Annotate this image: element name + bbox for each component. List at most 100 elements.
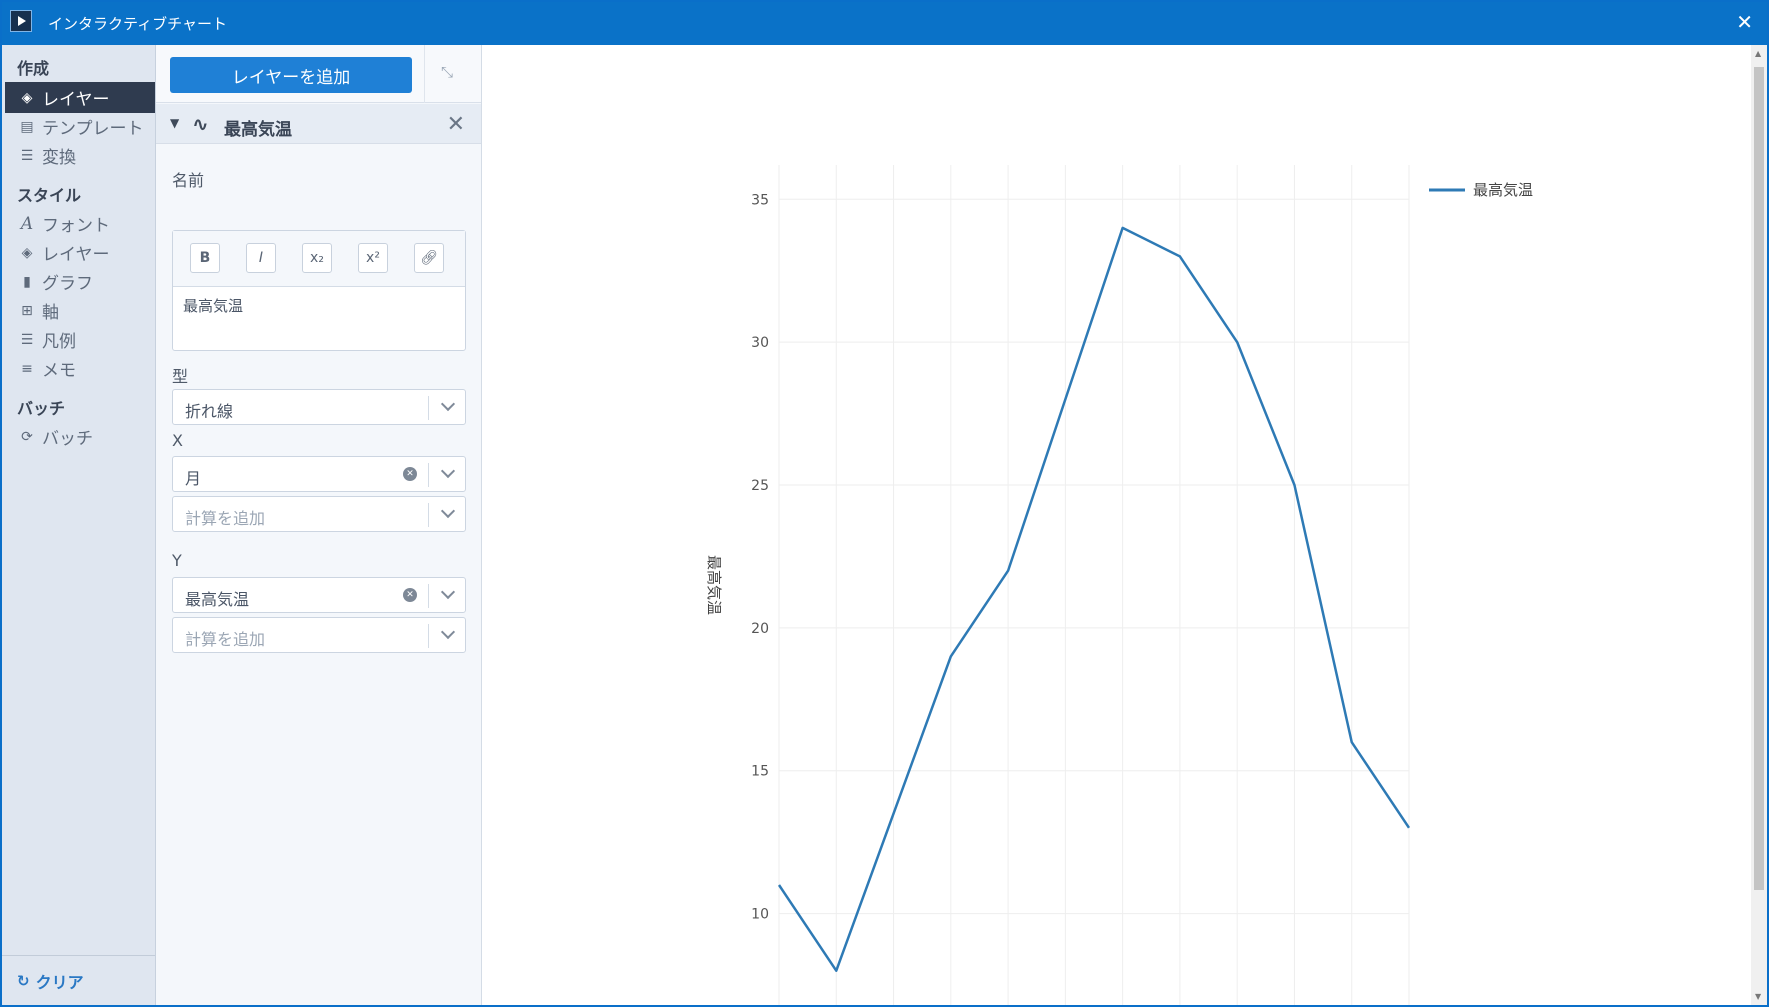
type-select[interactable]: 折れ線: [172, 389, 466, 425]
y-value: 最高気温: [185, 590, 250, 609]
app-window: インタラクティブチャート ✕ 作成 ◈ レイヤー ▤ テンプレート ☰ 変換 ス…: [0, 0, 1769, 1007]
nav-item-memo[interactable]: ≡ メモ: [5, 353, 155, 384]
clear-y-icon[interactable]: ✕: [403, 588, 417, 602]
bar-chart-icon: ▮: [23, 273, 31, 290]
chevron-down-icon[interactable]: [440, 624, 456, 640]
name-editor: B I x₂ x² 🔗︎ 最高気温: [172, 230, 466, 351]
select-divider: [428, 463, 429, 487]
nav-item-template[interactable]: ▤ テンプレート: [5, 111, 155, 142]
nav-section-batch: バッチ: [17, 399, 66, 418]
scroll-down-icon[interactable]: ▼: [1755, 992, 1761, 1001]
nav-item-transform[interactable]: ☰ 変換: [5, 140, 155, 171]
chart-area: 10 15 20 25 30 35 最高気温 最高気温: [483, 45, 1751, 1005]
legend-label: 最高気温: [1473, 181, 1533, 199]
refresh-icon: ↻: [17, 972, 30, 990]
title-bar: インタラクティブチャート ✕: [2, 2, 1767, 45]
superscript-button[interactable]: x²: [358, 243, 388, 273]
link-icon[interactable]: 🔗︎: [414, 243, 444, 273]
panel-header: レイヤーを追加 ⤡: [156, 45, 481, 103]
header-divider: [424, 45, 425, 103]
layers-icon: ◈: [21, 244, 33, 261]
line-chart-icon: ∿: [192, 112, 209, 136]
chevron-down-icon[interactable]: [440, 396, 456, 412]
nav-item-label: 軸: [42, 303, 59, 323]
nav-item-batch[interactable]: ⟳ バッチ: [5, 421, 155, 452]
y-column-select[interactable]: 最高気温 ✕: [172, 577, 466, 613]
scrollbar-thumb[interactable]: [1754, 67, 1764, 890]
clear-x-icon[interactable]: ✕: [403, 467, 417, 481]
clear-button[interactable]: ↻ クリア: [17, 969, 84, 993]
nav-item-graph[interactable]: ▮ グラフ: [5, 266, 155, 297]
layers-icon: ◈: [21, 89, 33, 106]
y-tick-label: 25: [751, 478, 769, 494]
window-title: インタラクティブチャート: [48, 15, 227, 33]
collapse-icon[interactable]: ⤡: [441, 63, 453, 81]
nav-item-layer[interactable]: ◈ レイヤー: [5, 82, 155, 113]
list-icon: ☰: [20, 147, 34, 164]
y-tick-label: 10: [751, 907, 769, 923]
chevron-down-icon[interactable]: [440, 463, 456, 479]
layer-settings-panel: レイヤーを追加 ⤡ ▼ ∿ 最高気温 ✕ 名前 B I x₂ x² 🔗︎ 最高気…: [156, 45, 482, 1005]
vertical-scrollbar[interactable]: ▲ ▼: [1751, 45, 1767, 1005]
nav-item-legend[interactable]: ☰ 凡例: [5, 324, 155, 355]
list-icon: ☰: [20, 331, 34, 348]
batch-icon: ⟳: [21, 428, 33, 445]
nav-item-label: バッチ: [42, 429, 93, 449]
left-nav: 作成 ◈ レイヤー ▤ テンプレート ☰ 変換 スタイル A フォント ◈ レイ…: [2, 45, 156, 1005]
nav-item-layer-style[interactable]: ◈ レイヤー: [5, 237, 155, 268]
nav-item-label: テンプレート: [42, 119, 144, 139]
nav-item-label: グラフ: [42, 274, 93, 294]
nav-item-label: メモ: [42, 361, 76, 381]
y-tick-label: 30: [751, 335, 769, 351]
series-line: [777, 226, 1411, 972]
x-value: 月: [185, 469, 202, 488]
y-calc-select[interactable]: 計算を追加: [172, 617, 466, 653]
layer-remove-button[interactable]: ✕: [447, 112, 465, 137]
y-tick-label: 15: [751, 764, 769, 780]
x-column-select[interactable]: 月 ✕: [172, 456, 466, 492]
select-divider: [428, 624, 429, 648]
app-logo-icon: [10, 10, 32, 32]
text-lines-icon: ≡: [21, 360, 33, 377]
select-divider: [428, 396, 429, 420]
layer-title: 最高気温: [224, 120, 292, 140]
clear-label: クリア: [35, 973, 84, 992]
subscript-button[interactable]: x₂: [302, 243, 332, 273]
nav-item-font[interactable]: A フォント: [5, 208, 155, 239]
select-divider: [428, 503, 429, 527]
x-calc-select[interactable]: 計算を追加: [172, 496, 466, 532]
y-tick-label: 20: [751, 621, 769, 637]
x-calc-placeholder: 計算を追加: [185, 509, 266, 528]
document-icon: ▤: [20, 118, 34, 135]
font-icon: A: [20, 213, 34, 234]
nav-item-label: レイヤー: [42, 90, 110, 110]
nav-section-style: スタイル: [17, 186, 82, 205]
nav-item-label: 凡例: [42, 332, 76, 352]
nav-item-label: フォント: [42, 216, 110, 236]
chevron-down-icon[interactable]: [440, 503, 456, 519]
nav-section-create: 作成: [17, 59, 50, 78]
name-label: 名前: [172, 171, 205, 190]
editor-toolbar: B I x₂ x² 🔗︎: [173, 231, 465, 287]
italic-button[interactable]: I: [246, 243, 276, 273]
y-axis-label: 最高気温: [705, 555, 723, 615]
name-text[interactable]: 最高気温: [183, 295, 243, 316]
type-label: 型: [172, 367, 189, 386]
layer-header[interactable]: ▼ ∿ 最高気温 ✕: [156, 104, 481, 144]
nav-item-label: レイヤー: [42, 245, 110, 265]
nav-item-label: 変換: [42, 148, 76, 168]
add-layer-button[interactable]: レイヤーを追加: [170, 57, 412, 93]
select-divider: [428, 584, 429, 608]
chevron-down-icon[interactable]: [440, 584, 456, 600]
grid-icon: ⊞: [21, 302, 33, 319]
bold-button[interactable]: B: [190, 243, 220, 273]
nav-divider: [2, 955, 155, 956]
x-label: X: [172, 431, 183, 450]
line-chart[interactable]: 101520253035最高気温最高気温: [483, 45, 1751, 1005]
window-close-button[interactable]: ✕: [1736, 11, 1753, 33]
y-label: Y: [172, 551, 182, 570]
chevron-down-icon: ▼: [170, 116, 180, 130]
nav-item-axis[interactable]: ⊞ 軸: [5, 295, 155, 326]
scroll-up-icon[interactable]: ▲: [1755, 49, 1761, 58]
type-value: 折れ線: [185, 402, 234, 421]
